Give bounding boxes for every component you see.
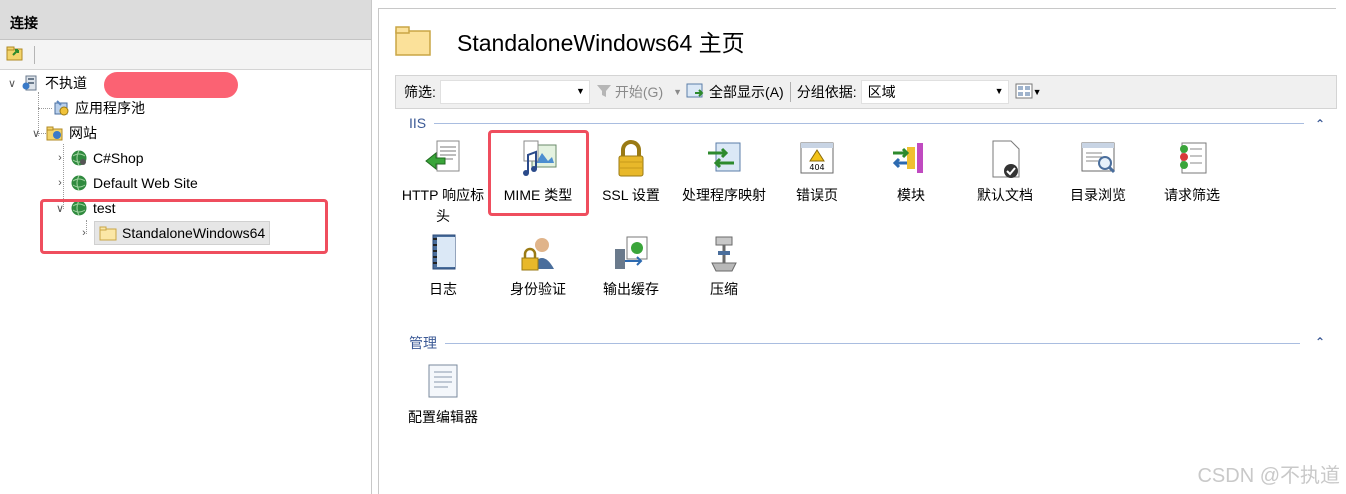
feature-label: 默认文档	[977, 187, 1033, 203]
feature-directory-browsing[interactable]: 目录浏览	[1052, 139, 1144, 206]
funnel-icon	[596, 84, 612, 101]
tree-node-app-pools[interactable]: 应用程序池	[38, 97, 145, 119]
group-by-label: 分组依据:	[796, 84, 857, 100]
view-mode-button[interactable]: ▼	[1015, 83, 1042, 102]
feature-label: 模块	[897, 187, 925, 203]
feature-label: 压缩	[710, 281, 738, 297]
feature-label: SSL 设置	[602, 187, 660, 203]
handler-mappings-icon	[708, 142, 741, 172]
request-filtering-icon	[1180, 142, 1207, 174]
watermark: CSDN @不执道	[1197, 465, 1340, 487]
chevron-right-icon[interactable]: ›	[54, 152, 66, 164]
feature-ssl-settings[interactable]: SSL 设置	[585, 139, 677, 206]
svg-text:404: 404	[809, 163, 824, 172]
show-all-button[interactable]: 全部显示(A)	[686, 82, 784, 103]
globe-icon	[70, 149, 88, 167]
feature-label: 目录浏览	[1070, 187, 1126, 203]
feature-label: 日志	[429, 281, 457, 297]
title-row: StandaloneWindows64 主页	[379, 9, 1336, 73]
connect-icon[interactable]	[6, 44, 26, 65]
group-name: IIS	[409, 115, 427, 131]
dropdown-arrow-icon: ▼	[1032, 87, 1042, 97]
http-response-headers-icon	[425, 140, 460, 172]
app-pools-label: 应用程序池	[75, 100, 145, 116]
feature-authentication[interactable]: 身份验证	[492, 233, 584, 300]
feature-label: 错误页	[796, 187, 838, 203]
sites-folder-icon	[46, 124, 64, 142]
group-header-management: 管理	[409, 333, 1309, 353]
sites-label: 网站	[69, 125, 97, 141]
group-header-iis: IIS	[409, 115, 1309, 131]
app-pool-icon	[52, 99, 70, 117]
redaction-mark	[104, 72, 238, 98]
feature-http-response-headers[interactable]: HTTP 响应标头	[397, 139, 489, 227]
highlight-box-mime	[488, 130, 589, 216]
feature-handler-mappings[interactable]: 处理程序映射	[678, 139, 770, 206]
start-button[interactable]: 开始(G)	[596, 82, 663, 102]
chevron-down-icon[interactable]: ∨	[30, 127, 42, 140]
feature-modules[interactable]: 模块	[865, 139, 957, 206]
collapse-iis-icon[interactable]: ⌃	[1315, 117, 1325, 131]
default-document-icon	[992, 140, 1020, 178]
filter-toolbar: 筛选: ▼ 开始(G) ▼ 全部显示(A) 分组依据: 区域 ▼ ▼	[395, 75, 1337, 109]
group-divider	[445, 342, 1300, 344]
feature-label: 配置编辑器	[408, 409, 478, 425]
feature-label: 身份验证	[510, 281, 566, 297]
folder-icon	[395, 23, 431, 60]
logging-icon	[432, 234, 456, 270]
directory-browsing-icon	[1081, 142, 1116, 174]
error-pages-icon: 404	[800, 142, 834, 174]
modules-icon	[892, 143, 923, 173]
highlight-box-tree	[40, 199, 328, 254]
feature-compression[interactable]: 压缩	[678, 233, 770, 300]
feature-view-pane: StandaloneWindows64 主页 筛选: ▼ 开始(G) ▼ 全部显…	[378, 8, 1337, 494]
configuration-editor-icon	[428, 364, 458, 398]
group-by-select[interactable]: 区域 ▼	[860, 80, 1009, 104]
feature-output-caching[interactable]: 输出缓存	[585, 233, 677, 300]
dropdown-arrow-icon: ▼	[994, 86, 1004, 96]
start-label: 开始(G)	[614, 84, 664, 100]
group-name: 管理	[409, 335, 437, 351]
feature-label: 输出缓存	[603, 281, 659, 297]
feature-request-filtering[interactable]: 请求筛选	[1146, 139, 1238, 206]
filter-input[interactable]: ▼	[439, 80, 590, 104]
view-grid-icon	[1015, 83, 1033, 102]
site-default-label: Default Web Site	[93, 175, 198, 191]
globe-icon	[70, 174, 88, 192]
feature-label: 请求筛选	[1164, 187, 1220, 203]
tree-node-sites[interactable]: ∨ 网站	[30, 122, 97, 144]
ssl-lock-icon	[618, 140, 644, 177]
collapse-management-icon[interactable]: ⌃	[1315, 335, 1325, 349]
authentication-icon	[521, 238, 554, 271]
filter-label: 筛选:	[404, 84, 436, 100]
dropdown-arrow-icon[interactable]: ▼	[673, 87, 682, 97]
output-caching-icon	[615, 236, 648, 269]
server-label: 不执道	[45, 75, 87, 91]
connections-header: 连接	[0, 0, 371, 40]
group-by-value: 区域	[867, 84, 896, 100]
tree-node-site-default[interactable]: › Default Web Site	[54, 172, 198, 194]
chevron-right-icon[interactable]: ›	[54, 177, 66, 189]
connections-pane: 连接 ∨ 不执道 应用程序池 ∨ 网站 › C#Shop › Default W…	[0, 0, 372, 494]
feature-error-pages[interactable]: 404 错误页	[771, 139, 863, 206]
connections-toolbar	[0, 40, 371, 70]
toolbar-separator	[789, 82, 791, 102]
dropdown-arrow-icon: ▼	[575, 86, 585, 96]
toolbar-separator	[34, 45, 35, 64]
show-all-icon	[686, 82, 706, 103]
tree-node-site-csharpshop[interactable]: › C#Shop	[54, 147, 144, 169]
compression-icon	[711, 236, 737, 272]
site-csharpshop-label: C#Shop	[93, 150, 144, 166]
feature-configuration-editor[interactable]: 配置编辑器	[397, 361, 489, 428]
chevron-down-icon[interactable]: ∨	[6, 77, 18, 90]
group-divider	[434, 122, 1305, 124]
feature-logging[interactable]: 日志	[397, 233, 489, 300]
feature-label: HTTP 响应标头	[401, 187, 485, 224]
feature-default-document[interactable]: 默认文档	[959, 139, 1051, 206]
page-title: StandaloneWindows64 主页	[457, 30, 745, 56]
feature-label: 处理程序映射	[682, 187, 766, 203]
server-icon	[22, 74, 40, 92]
show-all-label: 全部显示(A)	[709, 84, 784, 100]
tree-node-server[interactable]: ∨ 不执道	[6, 72, 87, 94]
